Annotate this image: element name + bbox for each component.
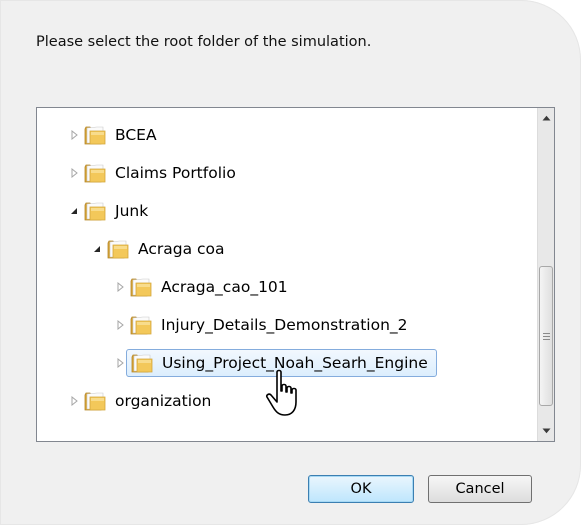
tree-item-label: Claims Portfolio bbox=[115, 164, 236, 182]
hand-pointer-icon bbox=[266, 369, 297, 416]
ok-button[interactable]: OK bbox=[308, 475, 414, 503]
tree-item-label: BCEA bbox=[115, 126, 157, 144]
expand-arrow-icon[interactable] bbox=[67, 384, 81, 418]
tree-item[interactable]: Injury_Details_Demonstration_2 bbox=[113, 308, 412, 342]
tree-item-label: organization bbox=[115, 392, 212, 410]
folder-icon bbox=[84, 126, 106, 145]
expand-arrow-icon[interactable] bbox=[67, 156, 81, 190]
expand-arrow-icon[interactable] bbox=[113, 270, 127, 304]
tree-item[interactable]: BCEA bbox=[67, 118, 161, 152]
folder-icon bbox=[131, 354, 153, 373]
folder-icon bbox=[130, 278, 152, 297]
folder-entry[interactable]: organization bbox=[84, 391, 215, 411]
cancel-button[interactable]: Cancel bbox=[428, 475, 532, 503]
vertical-scrollbar[interactable] bbox=[537, 108, 554, 441]
tree-item[interactable]: Acraga_cao_101 bbox=[113, 270, 292, 304]
scrollbar-thumb[interactable] bbox=[539, 266, 553, 406]
tree-item-label: Acraga_cao_101 bbox=[161, 278, 288, 296]
folder-entry[interactable]: Claims Portfolio bbox=[84, 163, 240, 183]
scrollbar-grip-icon bbox=[542, 332, 550, 340]
collapse-arrow-icon[interactable] bbox=[90, 232, 104, 266]
folder-entry[interactable]: Acraga_cao_101 bbox=[130, 277, 292, 297]
tree-item[interactable]: Junk bbox=[67, 194, 152, 228]
folder-entry[interactable]: Injury_Details_Demonstration_2 bbox=[130, 315, 412, 335]
tree-item-label: Injury_Details_Demonstration_2 bbox=[161, 316, 408, 334]
folder-icon bbox=[130, 316, 152, 335]
tree-item-label: Acraga coa bbox=[138, 240, 225, 258]
folder-icon bbox=[84, 202, 106, 221]
folder-entry[interactable]: BCEA bbox=[84, 125, 161, 145]
collapse-arrow-icon[interactable] bbox=[67, 194, 81, 228]
folder-entry[interactable]: Junk bbox=[84, 201, 152, 221]
scroll-up-arrow-icon[interactable] bbox=[538, 109, 554, 126]
tree-item[interactable]: Acraga coa bbox=[90, 232, 229, 266]
tree-item[interactable]: Claims Portfolio bbox=[67, 156, 240, 190]
tree-item[interactable]: organization bbox=[67, 384, 215, 418]
folder-icon bbox=[84, 164, 106, 183]
folder-icon bbox=[107, 240, 129, 259]
expand-arrow-icon[interactable] bbox=[67, 118, 81, 152]
dialog-prompt: Please select the root folder of the sim… bbox=[36, 34, 372, 50]
expand-arrow-icon[interactable] bbox=[113, 308, 127, 342]
folder-select-dialog: Please select the root folder of the sim… bbox=[0, 0, 581, 525]
folder-icon bbox=[84, 392, 106, 411]
folder-entry[interactable]: Acraga coa bbox=[107, 239, 229, 259]
tree-item-label: Junk bbox=[115, 202, 149, 220]
scroll-down-arrow-icon[interactable] bbox=[538, 422, 554, 439]
expand-arrow-icon[interactable] bbox=[113, 346, 127, 380]
